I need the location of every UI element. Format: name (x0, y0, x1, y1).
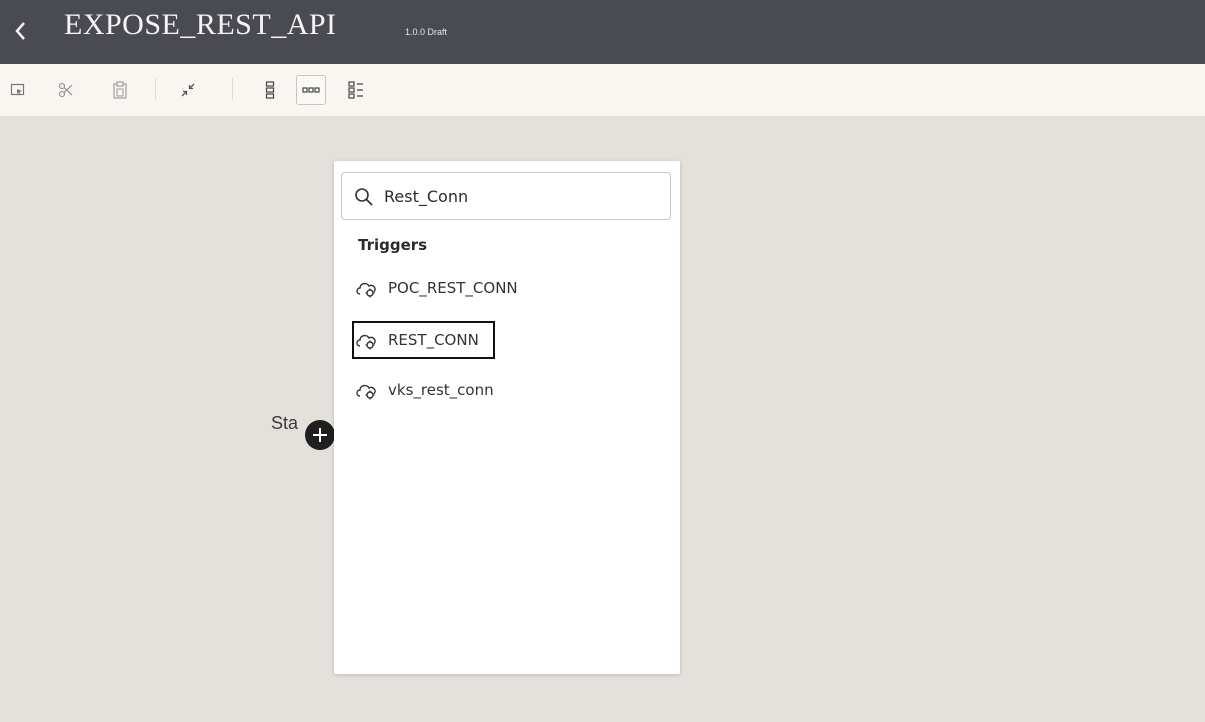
vertical-layout-button[interactable] (256, 76, 284, 104)
cloud-connection-icon (356, 334, 376, 350)
collapse-icon (181, 83, 195, 97)
chevron-left-icon (15, 22, 25, 40)
plus-icon (313, 428, 327, 442)
start-node-label: Sta (271, 413, 299, 433)
toolbar-separator (232, 78, 233, 100)
add-trigger-button[interactable] (305, 420, 335, 450)
cloud-connection-icon (356, 282, 376, 298)
pseudo-layout-button[interactable] (342, 76, 370, 104)
version-badge: 1.0.0 Draft (405, 27, 448, 37)
vertical-layout-icon (265, 81, 275, 99)
pseudo-layout-icon (348, 81, 363, 99)
cut-icon (58, 82, 73, 98)
select-icon (10, 83, 25, 96)
trigger-item-poc-rest-conn[interactable]: POC_REST_CONN (354, 271, 518, 305)
trigger-item-label: vks_rest_conn (388, 381, 494, 399)
select-button[interactable] (4, 76, 32, 104)
toolbar (0, 64, 1205, 117)
search-icon (355, 188, 373, 206)
cloud-connection-icon (356, 384, 376, 400)
back-button[interactable] (14, 12, 42, 48)
paste-button[interactable] (106, 76, 134, 104)
paste-icon (113, 81, 127, 99)
cut-button[interactable] (52, 76, 80, 104)
section-heading-triggers: Triggers (358, 236, 428, 254)
horizontal-layout-button[interactable] (296, 75, 326, 105)
trigger-item-label: REST_CONN (388, 331, 479, 349)
toolbar-separator (155, 78, 156, 100)
horizontal-layout-icon (302, 87, 320, 93)
trigger-item-vks-rest-conn[interactable]: vks_rest_conn (354, 373, 494, 407)
title-bar: EXPOSE_REST_API 1.0.0 Draft (0, 0, 1205, 64)
search-input[interactable] (384, 183, 654, 209)
search-box (341, 172, 671, 220)
page-title: EXPOSE_REST_API (64, 8, 337, 41)
trigger-picker-popup: Triggers POC_REST_CONN REST_CONN vks_res… (334, 161, 680, 674)
trigger-item-rest-conn[interactable]: REST_CONN (352, 321, 495, 359)
trigger-item-label: POC_REST_CONN (388, 279, 518, 297)
collapse-button[interactable] (174, 76, 202, 104)
